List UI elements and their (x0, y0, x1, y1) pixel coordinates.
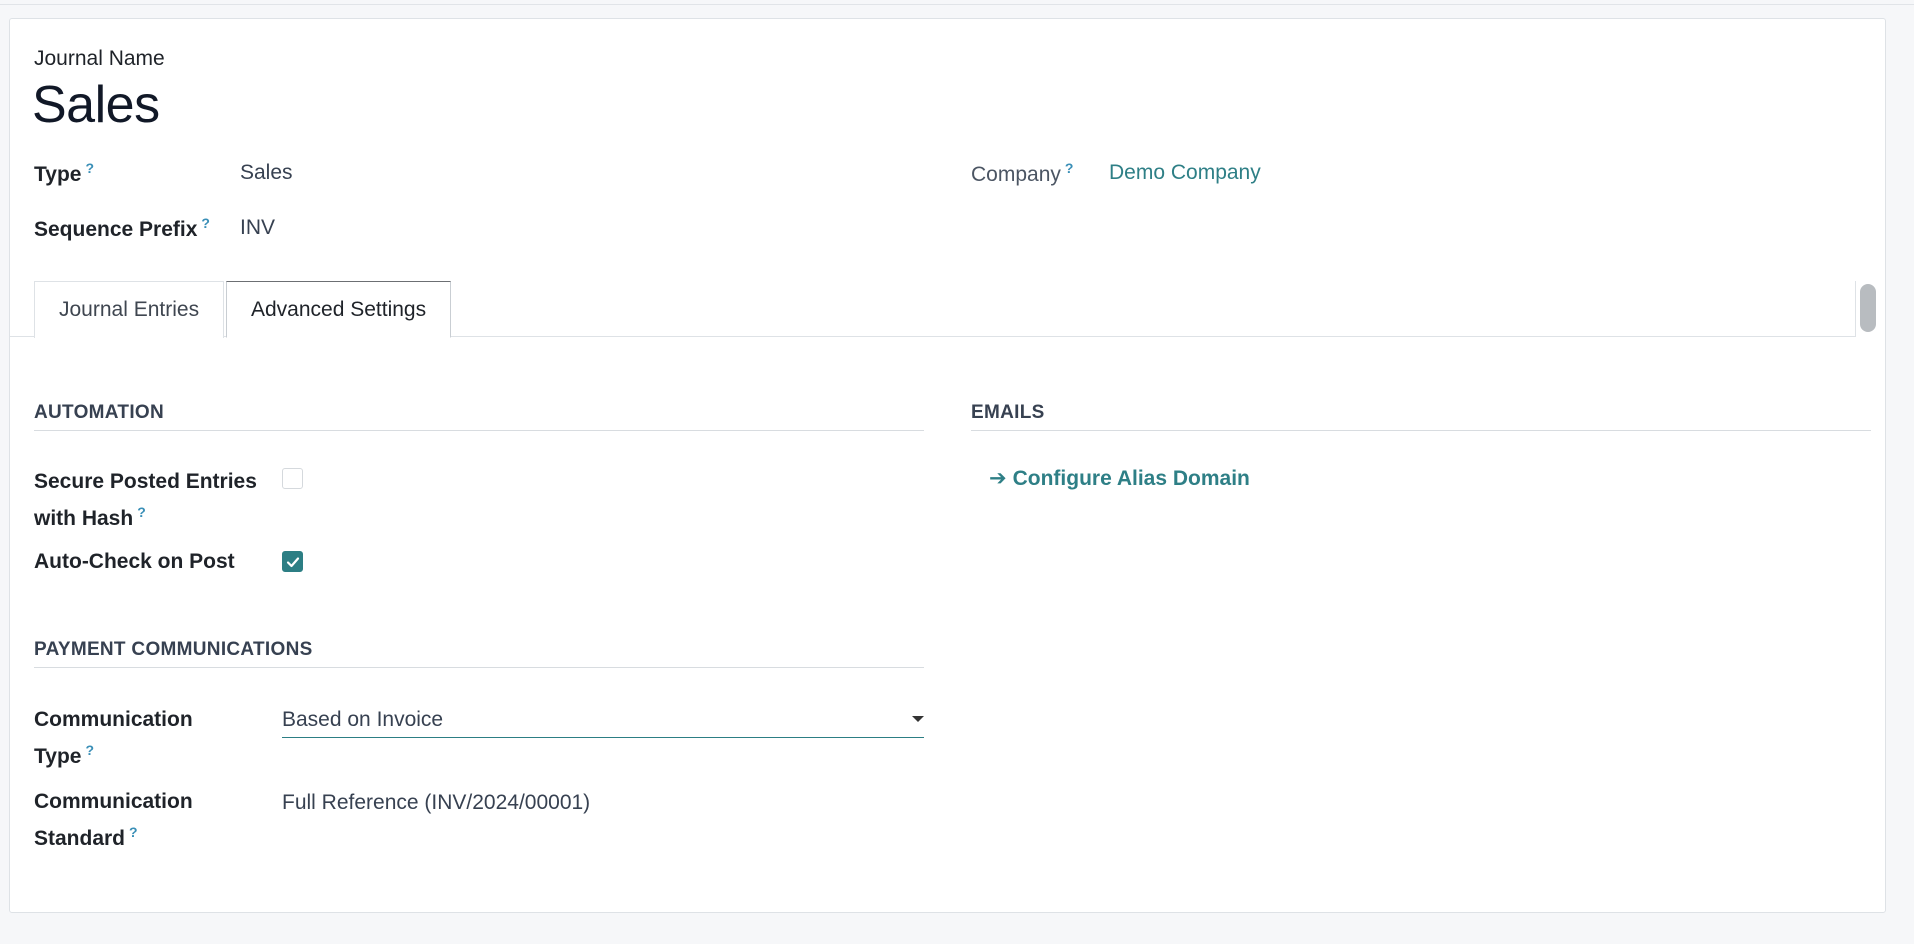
communication-standard-label-line2: Standard (34, 827, 126, 850)
checkmark-icon (286, 557, 300, 568)
tab-journal-entries[interactable]: Journal Entries (34, 281, 225, 338)
payment-communications-heading: PAYMENT COMMUNICATIONS (34, 639, 924, 668)
communication-type-label-line2: Type (34, 745, 82, 768)
type-field[interactable]: Sales (240, 161, 293, 185)
secure-entries-help-icon[interactable]: ? (137, 504, 146, 520)
type-help-icon[interactable]: ? (85, 160, 94, 176)
journal-name-field[interactable]: Sales (32, 75, 160, 135)
emails-heading: EMAILS (971, 402, 1871, 431)
configure-alias-domain-text: Configure Alias Domain (1012, 467, 1250, 490)
secure-entries-checkbox[interactable] (282, 468, 303, 489)
communication-standard-label-line1: Communication (34, 790, 193, 813)
communication-type-help-icon[interactable]: ? (85, 742, 94, 758)
secure-entries-label-line2: with Hash (34, 507, 134, 530)
auto-check-label: Auto-Check on Post (34, 550, 235, 573)
scrollbar-thumb[interactable] (1860, 284, 1876, 332)
type-label: Type? (34, 160, 94, 187)
sequence-prefix-help-icon[interactable]: ? (201, 215, 210, 231)
sequence-prefix-field[interactable]: INV (240, 216, 275, 240)
sequence-prefix-label-text: Sequence Prefix (34, 218, 198, 241)
automation-heading: AUTOMATION (34, 402, 924, 431)
top-bar (0, 0, 1914, 5)
communication-type-select[interactable]: Based on Invoice (282, 704, 924, 738)
communication-type-label-line2-wrap: Type? (34, 735, 193, 772)
communication-type-value: Based on Invoice (282, 708, 444, 731)
communication-type-label-line1: Communication (34, 708, 193, 731)
tab-advanced-settings[interactable]: Advanced Settings (226, 281, 452, 338)
secure-entries-label: Secure Posted Entries with Hash? (34, 466, 257, 534)
company-link[interactable]: Demo Company (1109, 161, 1261, 185)
journal-name-label: Journal Name (34, 47, 165, 70)
sequence-prefix-label: Sequence Prefix? (34, 215, 210, 242)
communication-standard-help-icon[interactable]: ? (129, 824, 138, 840)
chevron-down-icon (912, 716, 924, 722)
communication-type-label: Communication Type? (34, 704, 193, 772)
company-help-icon[interactable]: ? (1065, 160, 1074, 176)
type-label-text: Type (34, 163, 82, 186)
company-label: Company? (971, 160, 1073, 187)
communication-standard-label-line2-wrap: Standard? (34, 817, 193, 854)
tab-divider (1855, 281, 1856, 337)
auto-check-checkbox[interactable] (282, 551, 303, 572)
form-sheet: Journal Name Sales Type? Sales Company? … (9, 18, 1886, 913)
communication-standard-label: Communication Standard? (34, 786, 193, 854)
arrow-right-icon: ➔ (989, 467, 1007, 490)
secure-entries-label-line2-wrap: with Hash? (34, 497, 257, 534)
communication-standard-field[interactable]: Full Reference (INV/2024/00001) (282, 791, 590, 815)
secure-entries-label-line1: Secure Posted Entries (34, 470, 257, 493)
company-label-text: Company (971, 163, 1061, 186)
configure-alias-domain-link[interactable]: ➔ Configure Alias Domain (989, 466, 1250, 491)
notebook-tabs: Journal Entries Advanced Settings (10, 281, 1855, 338)
